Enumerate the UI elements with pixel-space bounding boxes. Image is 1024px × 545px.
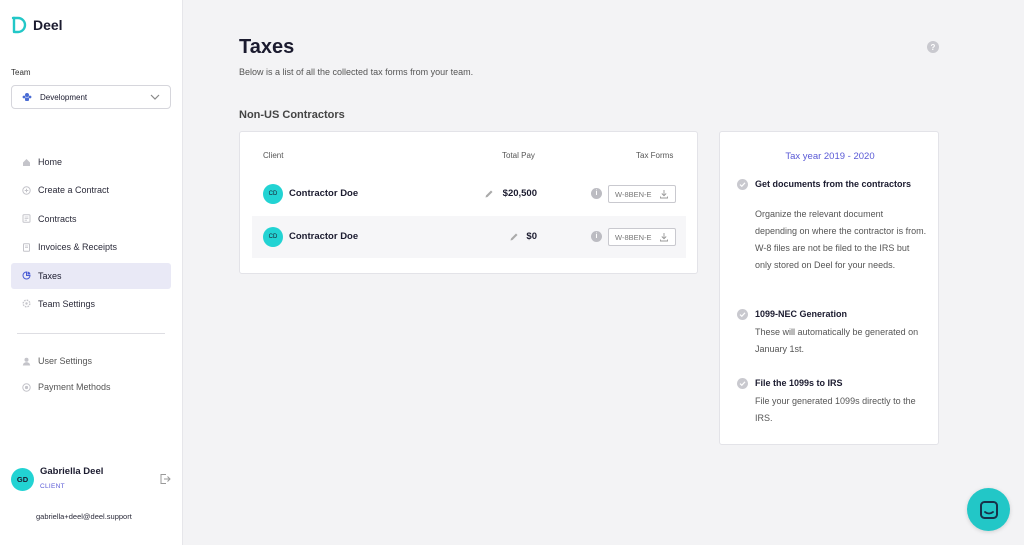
chevron-down-icon (150, 94, 160, 100)
profile-role: CLIENT (40, 483, 65, 490)
receipt-icon (22, 242, 31, 252)
page-title: Taxes (239, 36, 295, 58)
col-header-tax-forms: Tax Forms (636, 151, 674, 160)
user-icon (22, 357, 31, 366)
step-body: Organize the relevant document depending… (755, 209, 927, 270)
nav-label-user-settings: User Settings (38, 356, 93, 366)
pie-chart-icon (22, 271, 31, 280)
nav-label-taxes: Taxes (38, 270, 62, 281)
nav-item-taxes[interactable]: Taxes (11, 262, 171, 289)
table-row[interactable]: CD Contractor Doe $0 i W-8BEN-E (252, 216, 686, 258)
team-select[interactable]: Development (11, 85, 171, 109)
check-icon (737, 378, 748, 389)
step-title: Get documents from the contractors (755, 179, 912, 189)
step-title: File the 1099s to IRS (755, 378, 843, 388)
payment-icon (22, 382, 31, 392)
info-icon[interactable]: i (591, 231, 602, 242)
step-body: File your generated 1099s directly to th… (755, 396, 916, 423)
nav-label-invoices: Invoices & Receipts (38, 242, 118, 253)
logo[interactable]: Deel (11, 16, 63, 34)
help-icon[interactable]: ? (927, 41, 939, 53)
total-pay: $20,500 (502, 188, 537, 199)
document-icon (22, 214, 31, 223)
logout-icon[interactable] (159, 473, 171, 485)
pencil-icon[interactable] (484, 189, 494, 199)
nav-item-invoices[interactable]: Invoices & Receipts (11, 234, 171, 260)
plus-circle-icon (22, 186, 31, 195)
contractor-name[interactable]: Contractor Doe (289, 231, 358, 242)
logo-text: Deel (33, 17, 63, 33)
nav-item-user-settings[interactable]: User Settings (11, 348, 171, 374)
table-row[interactable]: CD Contractor Doe $20,500 i W-8BEN-E (252, 173, 686, 215)
contractor-avatar: CD (263, 184, 283, 204)
sidebar-divider (17, 333, 165, 334)
tax-form-label: W-8BEN-E (615, 232, 652, 242)
team-icon (22, 93, 32, 101)
nav-label-payment-methods: Payment Methods (38, 382, 111, 392)
chat-icon (979, 500, 998, 519)
nav-label-home: Home (38, 157, 63, 167)
check-icon (737, 179, 748, 190)
profile-name: Gabriella Deel (40, 466, 104, 477)
step-title: 1099-NEC Generation (755, 309, 848, 319)
contractors-table: Client Total Pay Tax Forms CD Contractor… (239, 131, 698, 274)
tax-form-button[interactable]: W-8BEN-E (608, 228, 676, 246)
nav-item-create-contract[interactable]: Create a Contract (11, 177, 171, 203)
home-icon (22, 158, 31, 167)
profile-email: gabriella+deel@deel.support (36, 512, 132, 521)
tax-year: Tax year 2019 - 2020 (785, 151, 875, 162)
tax-form-label: W-8BEN-E (615, 189, 652, 199)
page-subtitle: Below is a list of all the collected tax… (239, 67, 474, 77)
col-header-total-pay: Total Pay (502, 151, 535, 160)
sidebar: Deel Team Development Home Create a Cont… (0, 0, 183, 545)
pencil-icon[interactable] (509, 232, 519, 242)
deel-logo-icon (11, 16, 27, 34)
section-title: Non-US Contractors (239, 109, 345, 121)
total-pay: $0 (526, 231, 537, 242)
team-name: Development (40, 92, 88, 102)
nav-item-home[interactable]: Home (11, 149, 171, 175)
step-body: These will automatically be generated on… (755, 327, 919, 354)
main-nav: Home Create a Contract Contracts Invoice… (11, 149, 171, 319)
tax-info-panel: Tax year 2019 - 2020 Get documents from … (719, 131, 939, 445)
nav-item-team-settings[interactable]: Team Settings (11, 291, 171, 317)
gear-icon (22, 299, 31, 308)
nav-label-contracts: Contracts (38, 213, 77, 224)
secondary-nav: User Settings Payment Methods (11, 348, 171, 400)
download-icon (660, 190, 668, 199)
chat-launcher-button[interactable] (967, 488, 1010, 531)
team-label: Team (11, 68, 31, 77)
check-icon (737, 309, 748, 320)
nav-label-team-settings: Team Settings (38, 298, 96, 309)
nav-label-create-contract: Create a Contract (38, 185, 110, 196)
nav-item-payment-methods[interactable]: Payment Methods (11, 374, 171, 400)
tax-form-button[interactable]: W-8BEN-E (608, 185, 676, 203)
contractor-name[interactable]: Contractor Doe (289, 188, 358, 199)
info-icon[interactable]: i (591, 188, 602, 199)
nav-item-contracts[interactable]: Contracts (11, 206, 171, 232)
avatar: GD (11, 468, 34, 491)
profile[interactable]: GD Gabriella Deel CLIENT (11, 464, 173, 496)
download-icon (660, 233, 668, 242)
contractor-avatar: CD (263, 227, 283, 247)
col-header-client: Client (263, 151, 284, 160)
